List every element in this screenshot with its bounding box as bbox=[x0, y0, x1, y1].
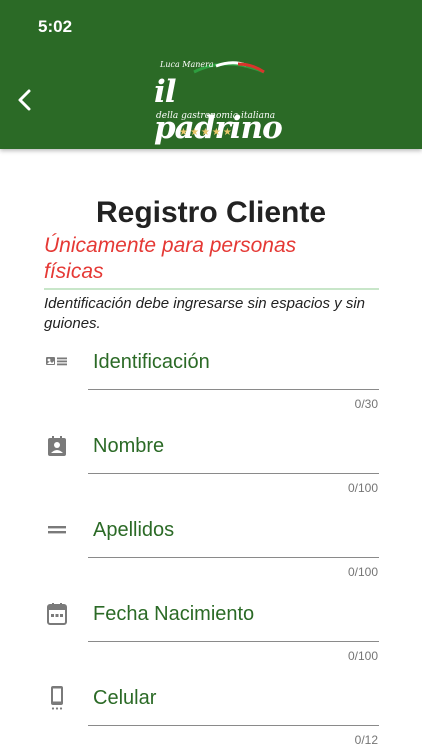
nombre-label: Nombre bbox=[93, 435, 165, 457]
form-hint: Identificación debe ingresarse sin espac… bbox=[44, 295, 366, 332]
identificacion-counter: 0/30 bbox=[354, 397, 378, 411]
field-identificacion: Identificación 0/30 bbox=[0, 350, 422, 434]
status-time: 5:02 bbox=[38, 17, 73, 36]
app-bar: 5:02 Luca Manera il padrino della gastro… bbox=[0, 0, 422, 149]
field-celular: Celular 0/12 bbox=[0, 686, 422, 750]
field-nombre: Nombre 0/100 bbox=[0, 434, 422, 518]
nombre-counter: 0/100 bbox=[347, 481, 378, 495]
brand-logo: Luca Manera il padrino della gastronomia… bbox=[148, 56, 283, 146]
page-subtitle: Únicamente para personas físicas bbox=[44, 234, 297, 283]
apellidos-label: Apellidos bbox=[93, 519, 175, 541]
equals-icon bbox=[45, 518, 69, 542]
id-card-icon bbox=[45, 350, 69, 374]
logo-stars: ★★★★★ bbox=[179, 127, 234, 138]
logo-tagline: della gastronomia italiana bbox=[156, 111, 276, 121]
divider bbox=[44, 288, 379, 290]
chevron-left-icon bbox=[18, 89, 31, 111]
field-fecha-nacimiento: Fecha Nacimiento 0/100 bbox=[0, 602, 422, 686]
contact-badge-icon bbox=[45, 434, 69, 458]
identificacion-label: Identificación bbox=[93, 351, 210, 373]
fecha-nacimiento-label: Fecha Nacimiento bbox=[93, 603, 255, 625]
calendar-icon bbox=[45, 602, 69, 626]
back-button[interactable] bbox=[10, 84, 40, 116]
logo-top-text: Luca Manera bbox=[160, 60, 214, 69]
celular-counter: 0/12 bbox=[354, 733, 378, 747]
apellidos-counter: 0/100 bbox=[347, 565, 378, 579]
celular-label: Celular bbox=[93, 687, 157, 709]
field-apellidos: Apellidos 0/100 bbox=[0, 518, 422, 602]
fecha-nacimiento-counter: 0/100 bbox=[347, 649, 378, 663]
page-title: Registro Cliente bbox=[95, 196, 327, 229]
phone-icon bbox=[45, 686, 69, 710]
